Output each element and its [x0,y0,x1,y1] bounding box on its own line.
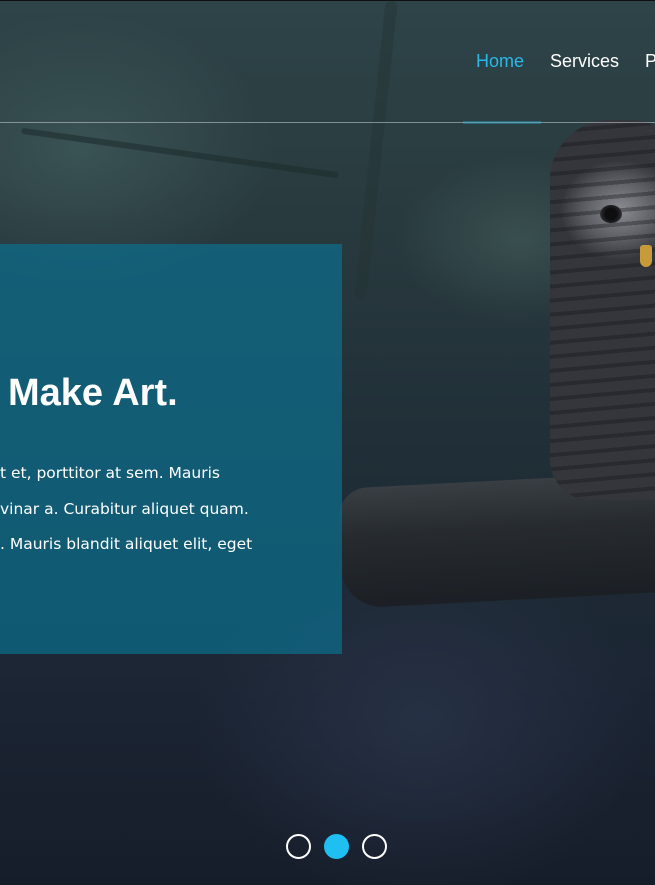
nav-active-indicator [463,121,541,124]
slider-dot-2[interactable] [324,834,349,859]
slide-description-line: vinar a. Curabitur aliquet quam. [0,499,249,518]
slide-caption-panel [0,244,342,654]
main-nav: Home Services Po [476,51,655,72]
hero-slider: Home Services Po Make Art. t et, porttit… [0,0,655,885]
owl-image [550,120,655,500]
slide-description-line: t et, porttitor at sem. Mauris [0,464,221,482]
slide-description: t et, porttitor at sem. Mauris vinar a. … [0,456,330,563]
slide-description-line: . Mauris blandit aliquet elit, eget [0,535,253,553]
slider-dot-1[interactable] [286,834,311,859]
slider-dot-3[interactable] [362,834,387,859]
owl-beak [640,245,652,267]
nav-item-home[interactable]: Home [476,51,524,72]
owl-eye [600,205,622,223]
background-branch [21,127,339,179]
slide-title: Make Art. [8,372,178,414]
slider-pagination [286,834,387,859]
nav-item-portfolio[interactable]: Po [645,51,655,72]
nav-item-services[interactable]: Services [550,51,619,72]
